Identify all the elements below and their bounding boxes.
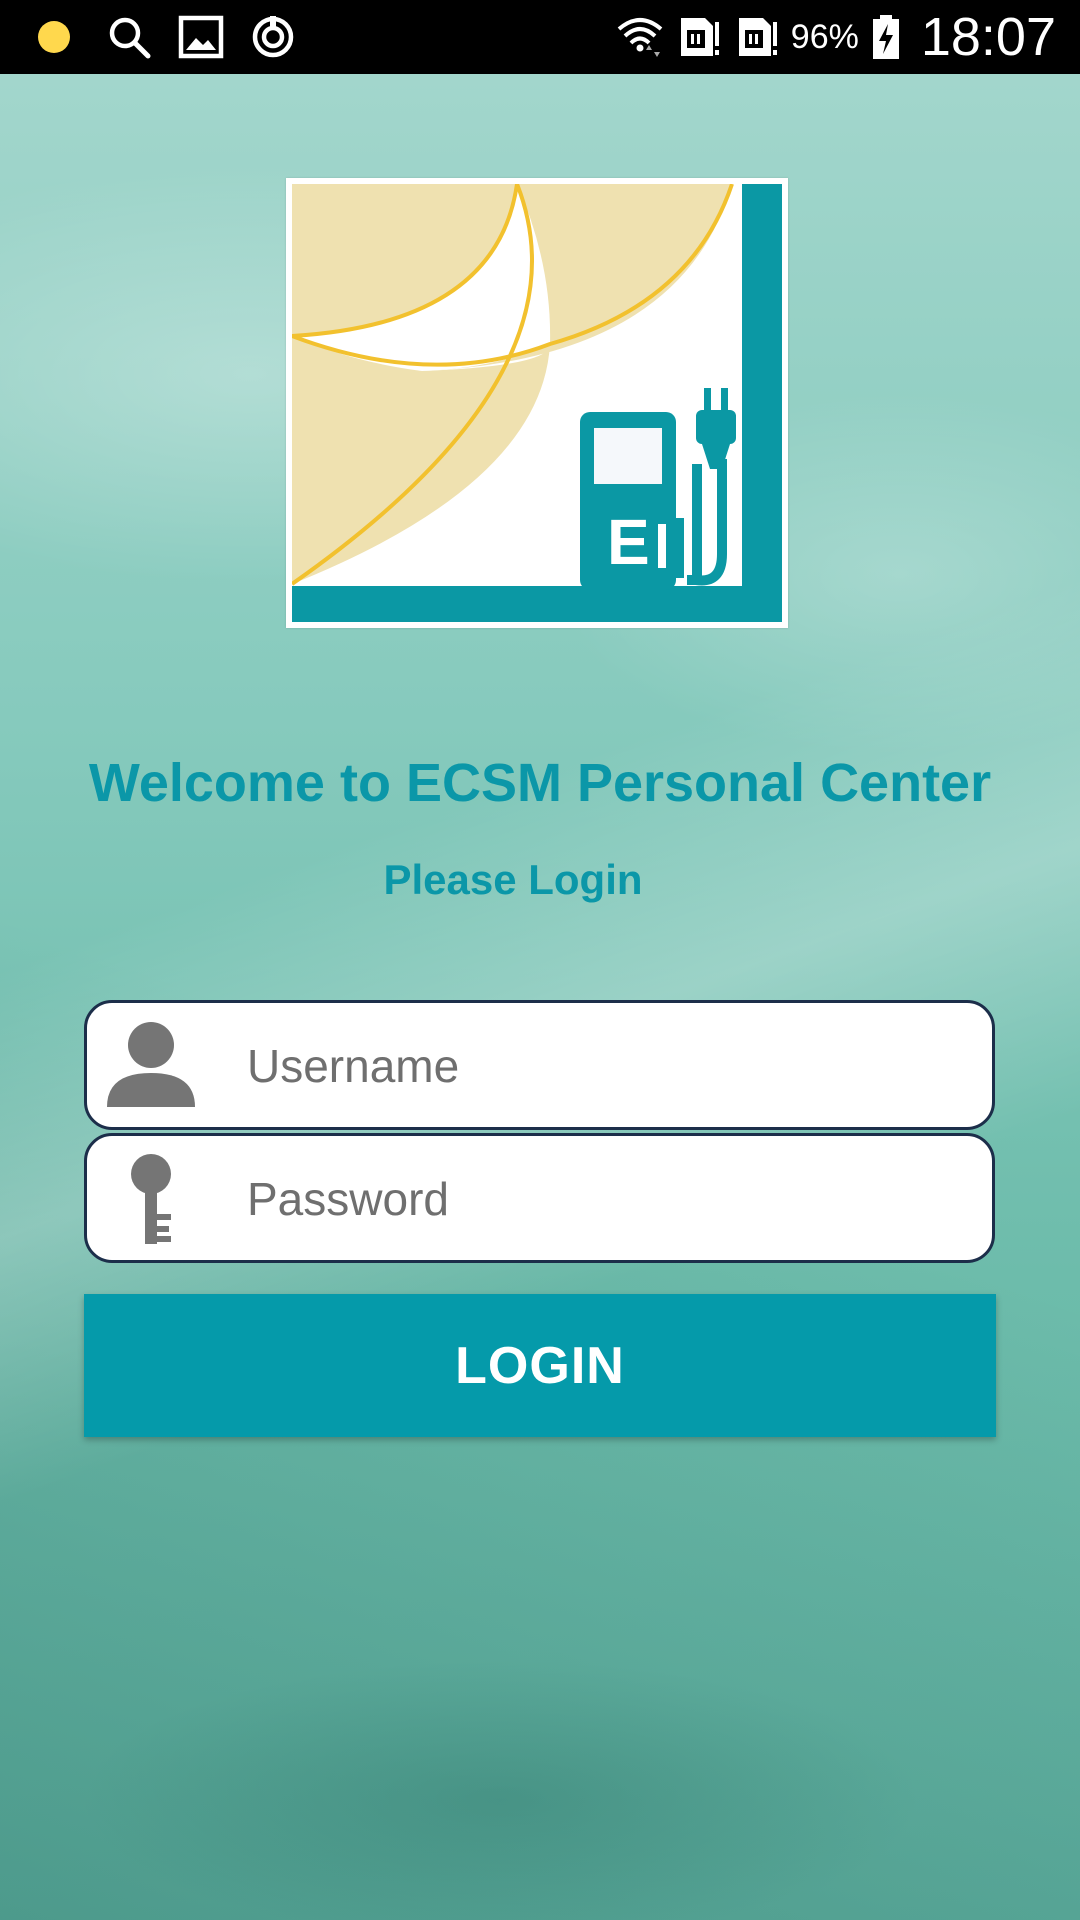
- status-bar-left: [34, 0, 296, 74]
- login-subtitle: Please Login: [383, 856, 643, 903]
- sim1-icon: [675, 14, 721, 60]
- username-input[interactable]: [247, 1023, 967, 1109]
- status-bar: 96% 18:07: [0, 0, 1080, 74]
- password-input[interactable]: [247, 1156, 967, 1242]
- svg-text:E: E: [607, 506, 650, 578]
- clock: 18:07: [920, 7, 1056, 67]
- sim2-icon: [733, 14, 779, 60]
- battery-percent: 96%: [790, 17, 859, 56]
- sync-icon: [250, 14, 296, 60]
- battery-charging-icon: [871, 14, 901, 60]
- status-bar-right: 96% 18:07: [617, 0, 1056, 74]
- gallery-icon: [178, 14, 224, 60]
- background-shade: [0, 1380, 1080, 1920]
- person-icon: [105, 1021, 197, 1111]
- notification-dot-icon: [34, 14, 80, 60]
- app-logo: E: [286, 178, 788, 628]
- search-icon: [106, 14, 152, 60]
- ev-charging-station-logo: E: [292, 184, 782, 622]
- login-button[interactable]: LOGIN: [84, 1294, 996, 1437]
- wifi-icon: [617, 14, 663, 60]
- password-field[interactable]: [84, 1133, 995, 1263]
- welcome-title: Welcome to ECSM Personal Center: [88, 753, 992, 813]
- key-icon: [105, 1154, 197, 1244]
- username-field[interactable]: [84, 1000, 995, 1130]
